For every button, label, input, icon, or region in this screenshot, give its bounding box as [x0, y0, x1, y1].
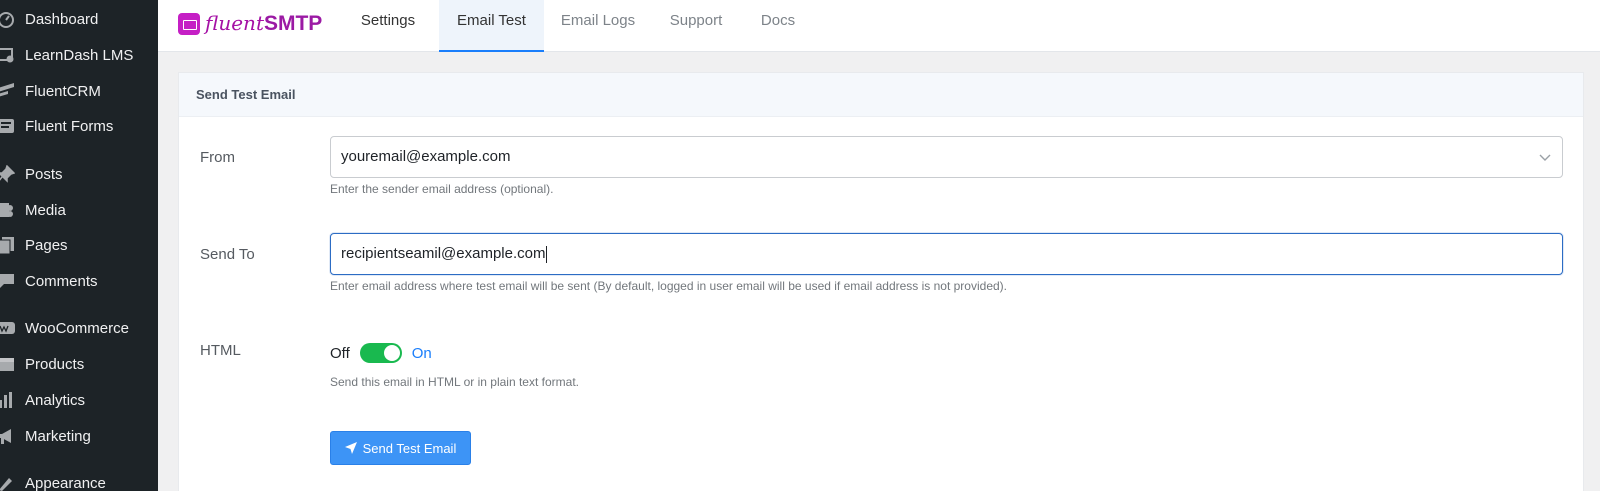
- html-toggle-group: Off On: [330, 343, 432, 363]
- send-to-help: Enter email address where test email wil…: [330, 279, 1007, 293]
- sidebar-item-label: Products: [25, 355, 85, 373]
- sidebar-item-posts[interactable]: Posts: [0, 157, 158, 191]
- paper-plane-icon: [344, 442, 357, 454]
- sidebar-item-dashboard[interactable]: Dashboard: [0, 2, 158, 36]
- sidebar-item-pages[interactable]: Pages: [0, 228, 158, 262]
- sidebar-item-label: Fluent Forms: [25, 117, 114, 135]
- appearance-icon: [0, 473, 16, 491]
- html-help: Send this email in HTML or in plain text…: [330, 375, 579, 389]
- send-to-input[interactable]: recipientseamil@example.com: [330, 233, 1563, 275]
- envelope-icon: [178, 12, 200, 35]
- send-test-email-card: Send Test Email From youremail@example.c…: [178, 72, 1584, 491]
- from-value: youremail@example.com: [341, 148, 511, 165]
- html-toggle-switch[interactable]: [359, 343, 402, 363]
- send-to-value: recipientseamil@example.com: [341, 245, 546, 262]
- media-icon: [0, 200, 16, 220]
- from-help: Enter the sender email address (optional…: [330, 182, 554, 196]
- analytics-icon: [0, 390, 16, 410]
- megaphone-icon: [0, 426, 16, 446]
- sidebar-item-label: Pages: [25, 236, 68, 254]
- sidebar-item-comments[interactable]: Comments: [0, 264, 158, 298]
- toggle-on-label: On: [411, 344, 432, 362]
- dashboard-icon: [0, 9, 16, 29]
- comment-icon: [0, 271, 16, 291]
- sidebar-item-label: Marketing: [25, 427, 91, 445]
- sidebar-item-learndash[interactable]: LearnDash LMS: [0, 38, 158, 72]
- send-to-label: Send To: [200, 246, 255, 263]
- sidebar-item-label: Analytics: [25, 391, 86, 409]
- products-icon: [0, 354, 16, 374]
- tab-support[interactable]: Support: [661, 0, 731, 52]
- fluentsmtp-logo: fluentSMTP: [178, 10, 322, 37]
- sidebar-item-label: Media: [25, 201, 66, 219]
- plugin-header: fluentSMTP Settings Email Test Email Log…: [158, 0, 1600, 52]
- from-label: From: [200, 149, 235, 166]
- tab-settings[interactable]: Settings: [348, 0, 428, 52]
- logo-text: fluentSMTP: [205, 11, 323, 35]
- toggle-off-label: Off: [330, 344, 350, 362]
- sidebar-item-label: LearnDash LMS: [25, 46, 134, 64]
- sidebar-item-appearance[interactable]: Appearance: [0, 466, 158, 491]
- card-title: Send Test Email: [179, 73, 1583, 117]
- fluent-forms-icon: [0, 116, 16, 136]
- fluentcrm-icon: [0, 81, 16, 101]
- sidebar-item-marketing[interactable]: Marketing: [0, 419, 158, 453]
- sidebar-item-media[interactable]: Media: [0, 193, 158, 227]
- sidebar-item-woocommerce[interactable]: WooCommerce: [0, 311, 158, 345]
- tab-email-test[interactable]: Email Test: [439, 0, 544, 52]
- sidebar-item-label: Dashboard: [25, 10, 99, 28]
- tab-docs[interactable]: Docs: [753, 0, 803, 52]
- sidebar-item-label: Comments: [25, 272, 98, 290]
- send-test-email-button[interactable]: Send Test Email: [330, 431, 471, 465]
- woocommerce-icon: [0, 318, 16, 338]
- admin-sidebar: Dashboard LearnDash LMS FluentCRM Fluent…: [0, 0, 158, 491]
- send-test-email-label: Send Test Email: [362, 440, 457, 456]
- sidebar-item-label: WooCommerce: [25, 319, 129, 337]
- html-label: HTML: [200, 342, 241, 359]
- pages-icon: [0, 235, 16, 255]
- pin-icon: [0, 164, 16, 184]
- sidebar-item-fluentcrm[interactable]: FluentCRM: [0, 74, 158, 108]
- sidebar-item-analytics[interactable]: Analytics: [0, 383, 158, 417]
- sidebar-item-label: Posts: [25, 165, 63, 183]
- sidebar-item-products[interactable]: Products: [0, 347, 158, 381]
- toggle-knob: [383, 345, 400, 361]
- text-caret: [546, 245, 548, 263]
- sidebar-item-label: FluentCRM: [25, 82, 101, 100]
- sidebar-item-fluent-forms[interactable]: Fluent Forms: [0, 109, 158, 143]
- learndash-icon: [0, 45, 16, 65]
- chevron-down-icon: [1539, 154, 1551, 161]
- tab-email-logs[interactable]: Email Logs: [558, 0, 638, 52]
- from-select[interactable]: youremail@example.com: [330, 136, 1563, 178]
- sidebar-item-label: Appearance: [25, 474, 106, 491]
